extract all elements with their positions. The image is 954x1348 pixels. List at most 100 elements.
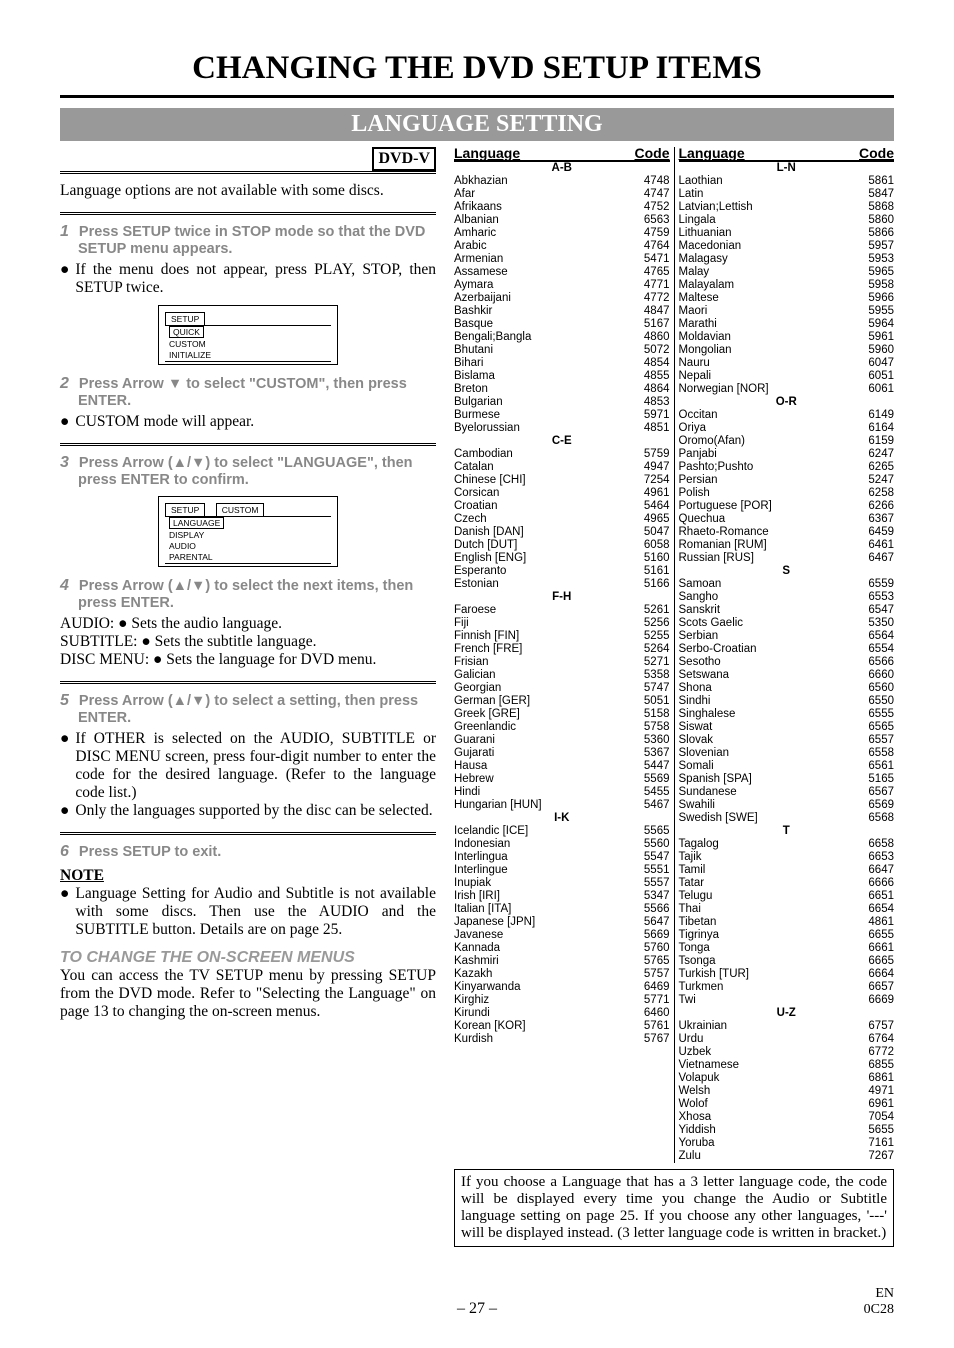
step2-note: ●CUSTOM mode will appear. <box>60 413 436 431</box>
lang-row: Sangho6553 <box>679 591 895 604</box>
lang-row: Singhalese6555 <box>679 708 895 721</box>
lang-row: Scots Gaelic5350 <box>679 617 895 630</box>
lang-row: Zulu7267 <box>679 1150 895 1163</box>
lang-row: Shona6560 <box>679 682 895 695</box>
lang-row: Faroese5261 <box>454 604 670 617</box>
lang-row: Guarani5360 <box>454 734 670 747</box>
lang-group: F-H <box>454 591 670 604</box>
page-footer-code: EN 0C28 <box>864 1286 894 1318</box>
note-heading: NOTE <box>60 867 436 885</box>
lang-row: Pashto;Pushto6265 <box>679 461 895 474</box>
lang-row: Cambodian5759 <box>454 448 670 461</box>
lang-row: Burmese5971 <box>454 409 670 422</box>
lang-row: Latvian;Lettish5868 <box>679 201 895 214</box>
lang-row: Korean [KOR]5761 <box>454 1020 670 1033</box>
lang-row: Kashmiri5765 <box>454 955 670 968</box>
double-rule-3 <box>60 443 436 446</box>
lang-row: Corsican4961 <box>454 487 670 500</box>
lang-group: T <box>679 825 895 838</box>
lang-group: C-E <box>454 435 670 448</box>
lang-row: Setswana6660 <box>679 669 895 682</box>
lang-row: Sindhi6550 <box>679 695 895 708</box>
double-rule-4 <box>60 681 436 684</box>
lang-row: Kazakh5757 <box>454 968 670 981</box>
lang-col-2: LanguageCode L-NLaothian5861Latin5847Lat… <box>675 147 895 1163</box>
lang-row: Swahili6569 <box>679 799 895 812</box>
lang-row: Telugu6651 <box>679 890 895 903</box>
lang-row: Volapuk6861 <box>679 1072 895 1085</box>
lang-row: Inupiak5557 <box>454 877 670 890</box>
lang-row: Estonian5166 <box>454 578 670 591</box>
lang-row: Welsh4971 <box>679 1085 895 1098</box>
lang-row: Nepali6051 <box>679 370 895 383</box>
lang-row: Tagalog6658 <box>679 838 895 851</box>
footer-infobox: If you choose a Language that has a 3 le… <box>454 1169 894 1247</box>
lang-row: Catalan4947 <box>454 461 670 474</box>
lang-group: S <box>679 565 895 578</box>
step-5: 5Press Arrow (▲/▼) to select a setting, … <box>78 692 436 726</box>
lang-row: Georgian5747 <box>454 682 670 695</box>
def-discmenu: DISC MENU: ● Sets the language for DVD m… <box>60 651 436 669</box>
lang-row: Slovak6557 <box>679 734 895 747</box>
lang-row: Tajik6653 <box>679 851 895 864</box>
lang-row: Danish [DAN]5047 <box>454 526 670 539</box>
lang-row: Uzbek6772 <box>679 1046 895 1059</box>
lang-row: Indonesian5560 <box>454 838 670 851</box>
lang-row: Hungarian [HUN]5467 <box>454 799 670 812</box>
lang-row: Quechua6367 <box>679 513 895 526</box>
lang-row: Kirghiz5771 <box>454 994 670 1007</box>
lang-row: Icelandic [ICE]5565 <box>454 825 670 838</box>
lang-row: Azerbaijani4772 <box>454 292 670 305</box>
lang-row: Bislama4855 <box>454 370 670 383</box>
lang-row: Tsonga6665 <box>679 955 895 968</box>
step1-note: ●If the menu does not appear, press PLAY… <box>60 261 436 297</box>
lang-row: Tigrinya6655 <box>679 929 895 942</box>
double-rule-1 <box>60 171 436 174</box>
lang-row: Afrikaans4752 <box>454 201 670 214</box>
lang-row: Armenian5471 <box>454 253 670 266</box>
lang-row: Lingala5860 <box>679 214 895 227</box>
def-audio: AUDIO: ● Sets the audio language. <box>60 615 436 633</box>
lang-col-1: LanguageCode A-BAbkhazian4748Afar4747Afr… <box>454 147 675 1163</box>
lang-row: Sesotho6566 <box>679 656 895 669</box>
lang-row: Byelorussian4851 <box>454 422 670 435</box>
lang-row: Nauru6047 <box>679 357 895 370</box>
lang-row: German [GER]5051 <box>454 695 670 708</box>
lang-row: Marathi5964 <box>679 318 895 331</box>
lang-row: Turkmen6657 <box>679 981 895 994</box>
lang-row: Galician5358 <box>454 669 670 682</box>
lang-row: Swedish [SWE]6568 <box>679 812 895 825</box>
lang-row: Afar4747 <box>454 188 670 201</box>
note-body: ●Language Setting for Audio and Subtitle… <box>60 885 436 939</box>
lang-row: Hindi5455 <box>454 786 670 799</box>
step-3: 3Press Arrow (▲/▼) to select "LANGUAGE",… <box>78 454 436 488</box>
step-6: 6Press SETUP to exit. <box>78 843 436 861</box>
title-rule <box>60 95 894 98</box>
page-title: CHANGING THE DVD SETUP ITEMS <box>60 50 894 87</box>
lang-row: Russian [RUS]6467 <box>679 552 895 565</box>
lang-row: Greenlandic5758 <box>454 721 670 734</box>
lang-row: Albanian6563 <box>454 214 670 227</box>
lang-row: Bulgarian4853 <box>454 396 670 409</box>
lang-row: Abkhazian4748 <box>454 175 670 188</box>
intro-text: Language options are not available with … <box>60 182 436 200</box>
page-number: – 27 – <box>0 1300 954 1318</box>
lang-row: Mongolian5960 <box>679 344 895 357</box>
lang-row: Esperanto5161 <box>454 565 670 578</box>
lang-row: English [ENG]5160 <box>454 552 670 565</box>
lang-row: Latin5847 <box>679 188 895 201</box>
lang-row: Samoan6559 <box>679 578 895 591</box>
lang-row: Maltese5966 <box>679 292 895 305</box>
lang-row: Portuguese [POR]6266 <box>679 500 895 513</box>
lang-row: Romanian [RUM]6461 <box>679 539 895 552</box>
lang-row: Italian [ITA]5566 <box>454 903 670 916</box>
lang-group: L-N <box>679 162 895 175</box>
lang-row: Interlingue5551 <box>454 864 670 877</box>
step-2: 2Press Arrow ▼ to select "CUSTOM", then … <box>78 375 436 409</box>
lang-row: Somali6561 <box>679 760 895 773</box>
lang-row: Finnish [FIN]5255 <box>454 630 670 643</box>
lang-row: Xhosa7054 <box>679 1111 895 1124</box>
lang-row: Moldavian5961 <box>679 331 895 344</box>
lang-row: Urdu6764 <box>679 1033 895 1046</box>
lang-row: Gujarati5367 <box>454 747 670 760</box>
